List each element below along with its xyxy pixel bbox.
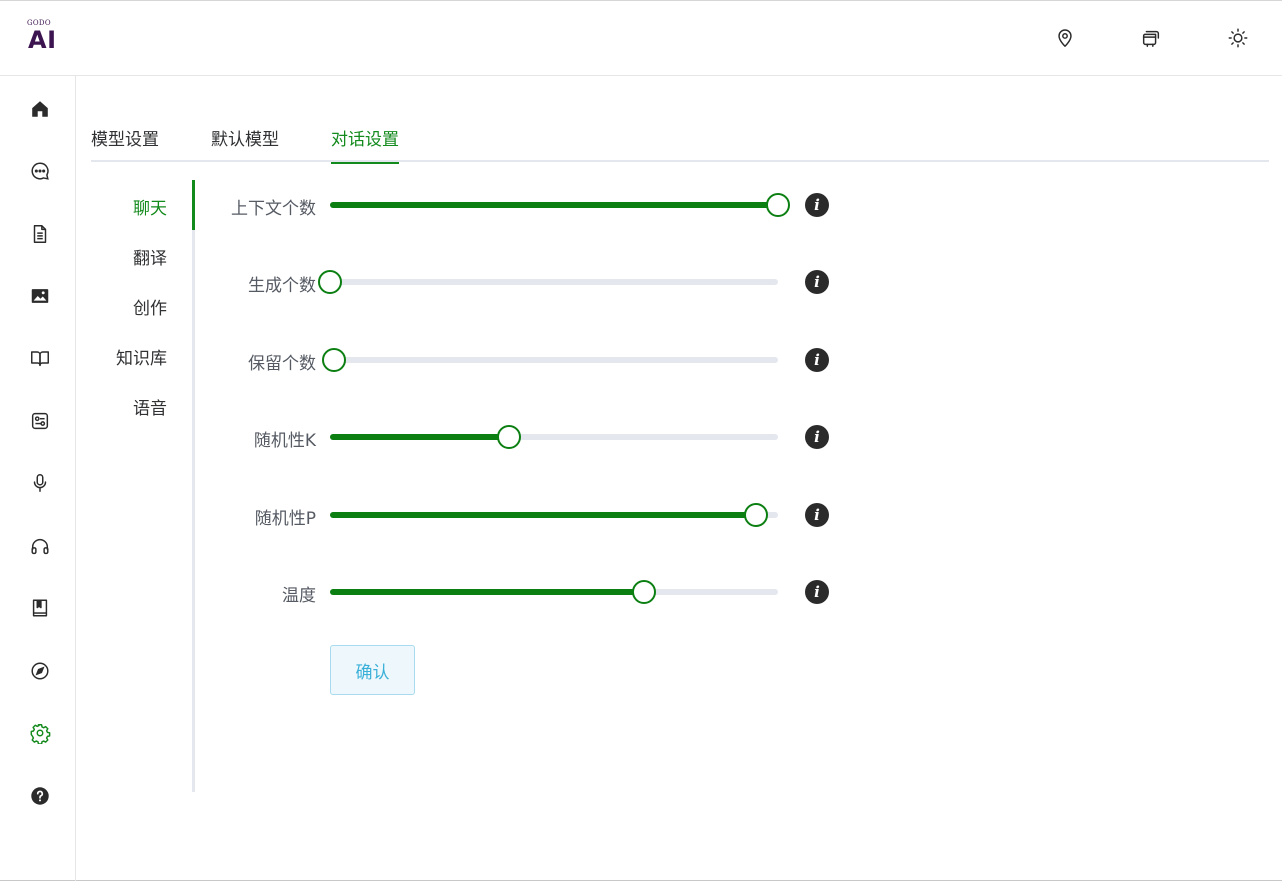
tab-chat-settings[interactable]: 对话设置 [331, 125, 399, 164]
confirm-button[interactable]: 确认 [330, 645, 415, 695]
info-icon[interactable]: i [805, 503, 829, 527]
setting-label-generate-count: 生成个数 [248, 276, 316, 296]
vnav-item-create[interactable]: 创作 [133, 294, 167, 319]
slider-fill [330, 202, 778, 208]
slider-thumb[interactable] [497, 425, 521, 449]
bookmark-book-icon[interactable] [28, 596, 52, 620]
app-logo[interactable]: GODO AI [26, 17, 66, 57]
microphone-icon[interactable] [28, 471, 52, 495]
slider-thumb[interactable] [766, 193, 790, 217]
setting-label-temperature: 温度 [282, 586, 316, 606]
vnav-item-translate[interactable]: 翻译 [133, 244, 167, 269]
sun-icon[interactable] [1227, 27, 1249, 49]
slider-thumb[interactable] [318, 270, 342, 294]
home-icon[interactable] [28, 97, 52, 121]
slider-top-p[interactable] [330, 503, 778, 527]
setting-label-keep-count: 保留个数 [248, 354, 316, 374]
side-rail [0, 76, 76, 881]
vnav-item-chat[interactable]: 聊天 [133, 194, 167, 219]
image-icon[interactable] [28, 284, 52, 308]
gear-icon[interactable] [28, 721, 52, 745]
chat-icon[interactable] [28, 159, 52, 183]
setting-label-top-p: 随机性P [254, 509, 316, 529]
slider-thumb[interactable] [744, 503, 768, 527]
headphones-icon[interactable] [28, 534, 52, 558]
setting-label-top-k: 随机性K [253, 431, 316, 451]
vnav-item-knowledge-base[interactable]: 知识库 [116, 344, 167, 369]
app-window: GODO AI 模型设置 默认模型 对话设置 聊天 翻译 创作 知识库 语音 上… [0, 0, 1282, 881]
slider-generate-count[interactable] [318, 270, 778, 294]
vnav-active-indicator [192, 180, 195, 230]
slider-fill [330, 512, 756, 518]
info-icon[interactable]: i [805, 348, 829, 372]
info-icon[interactable]: i [805, 425, 829, 449]
vnav-item-voice[interactable]: 语音 [133, 394, 167, 419]
slider-top-k[interactable] [330, 425, 778, 449]
slider-fill [330, 434, 509, 440]
document-icon[interactable] [28, 222, 52, 246]
slider-fill [330, 589, 644, 595]
slider-thumb[interactable] [632, 580, 656, 604]
info-icon[interactable]: i [805, 193, 829, 217]
location-icon[interactable] [1054, 27, 1076, 49]
chat-settings-nav: 聊天 翻译 创作 知识库 语音 [100, 180, 195, 792]
compass-icon[interactable] [28, 659, 52, 683]
slider-thumb[interactable] [322, 348, 346, 372]
slider-temperature[interactable] [330, 580, 778, 604]
info-icon[interactable]: i [805, 270, 829, 294]
cards-icon[interactable] [1140, 27, 1162, 49]
book-open-icon[interactable] [28, 346, 52, 370]
help-icon[interactable] [28, 784, 52, 808]
settings-tabs: 模型设置 默认模型 对话设置 [91, 121, 1269, 164]
slider-context-count[interactable] [330, 193, 790, 217]
setting-label-context-count: 上下文个数 [231, 199, 316, 219]
tools-icon[interactable] [28, 409, 52, 433]
tab-default-model[interactable]: 默认模型 [211, 125, 279, 162]
tab-model-settings[interactable]: 模型设置 [91, 125, 159, 162]
info-icon[interactable]: i [805, 580, 829, 604]
slider-keep-count[interactable] [322, 348, 778, 372]
logo-big-text: AI [28, 26, 57, 54]
top-header: GODO AI [0, 1, 1282, 76]
